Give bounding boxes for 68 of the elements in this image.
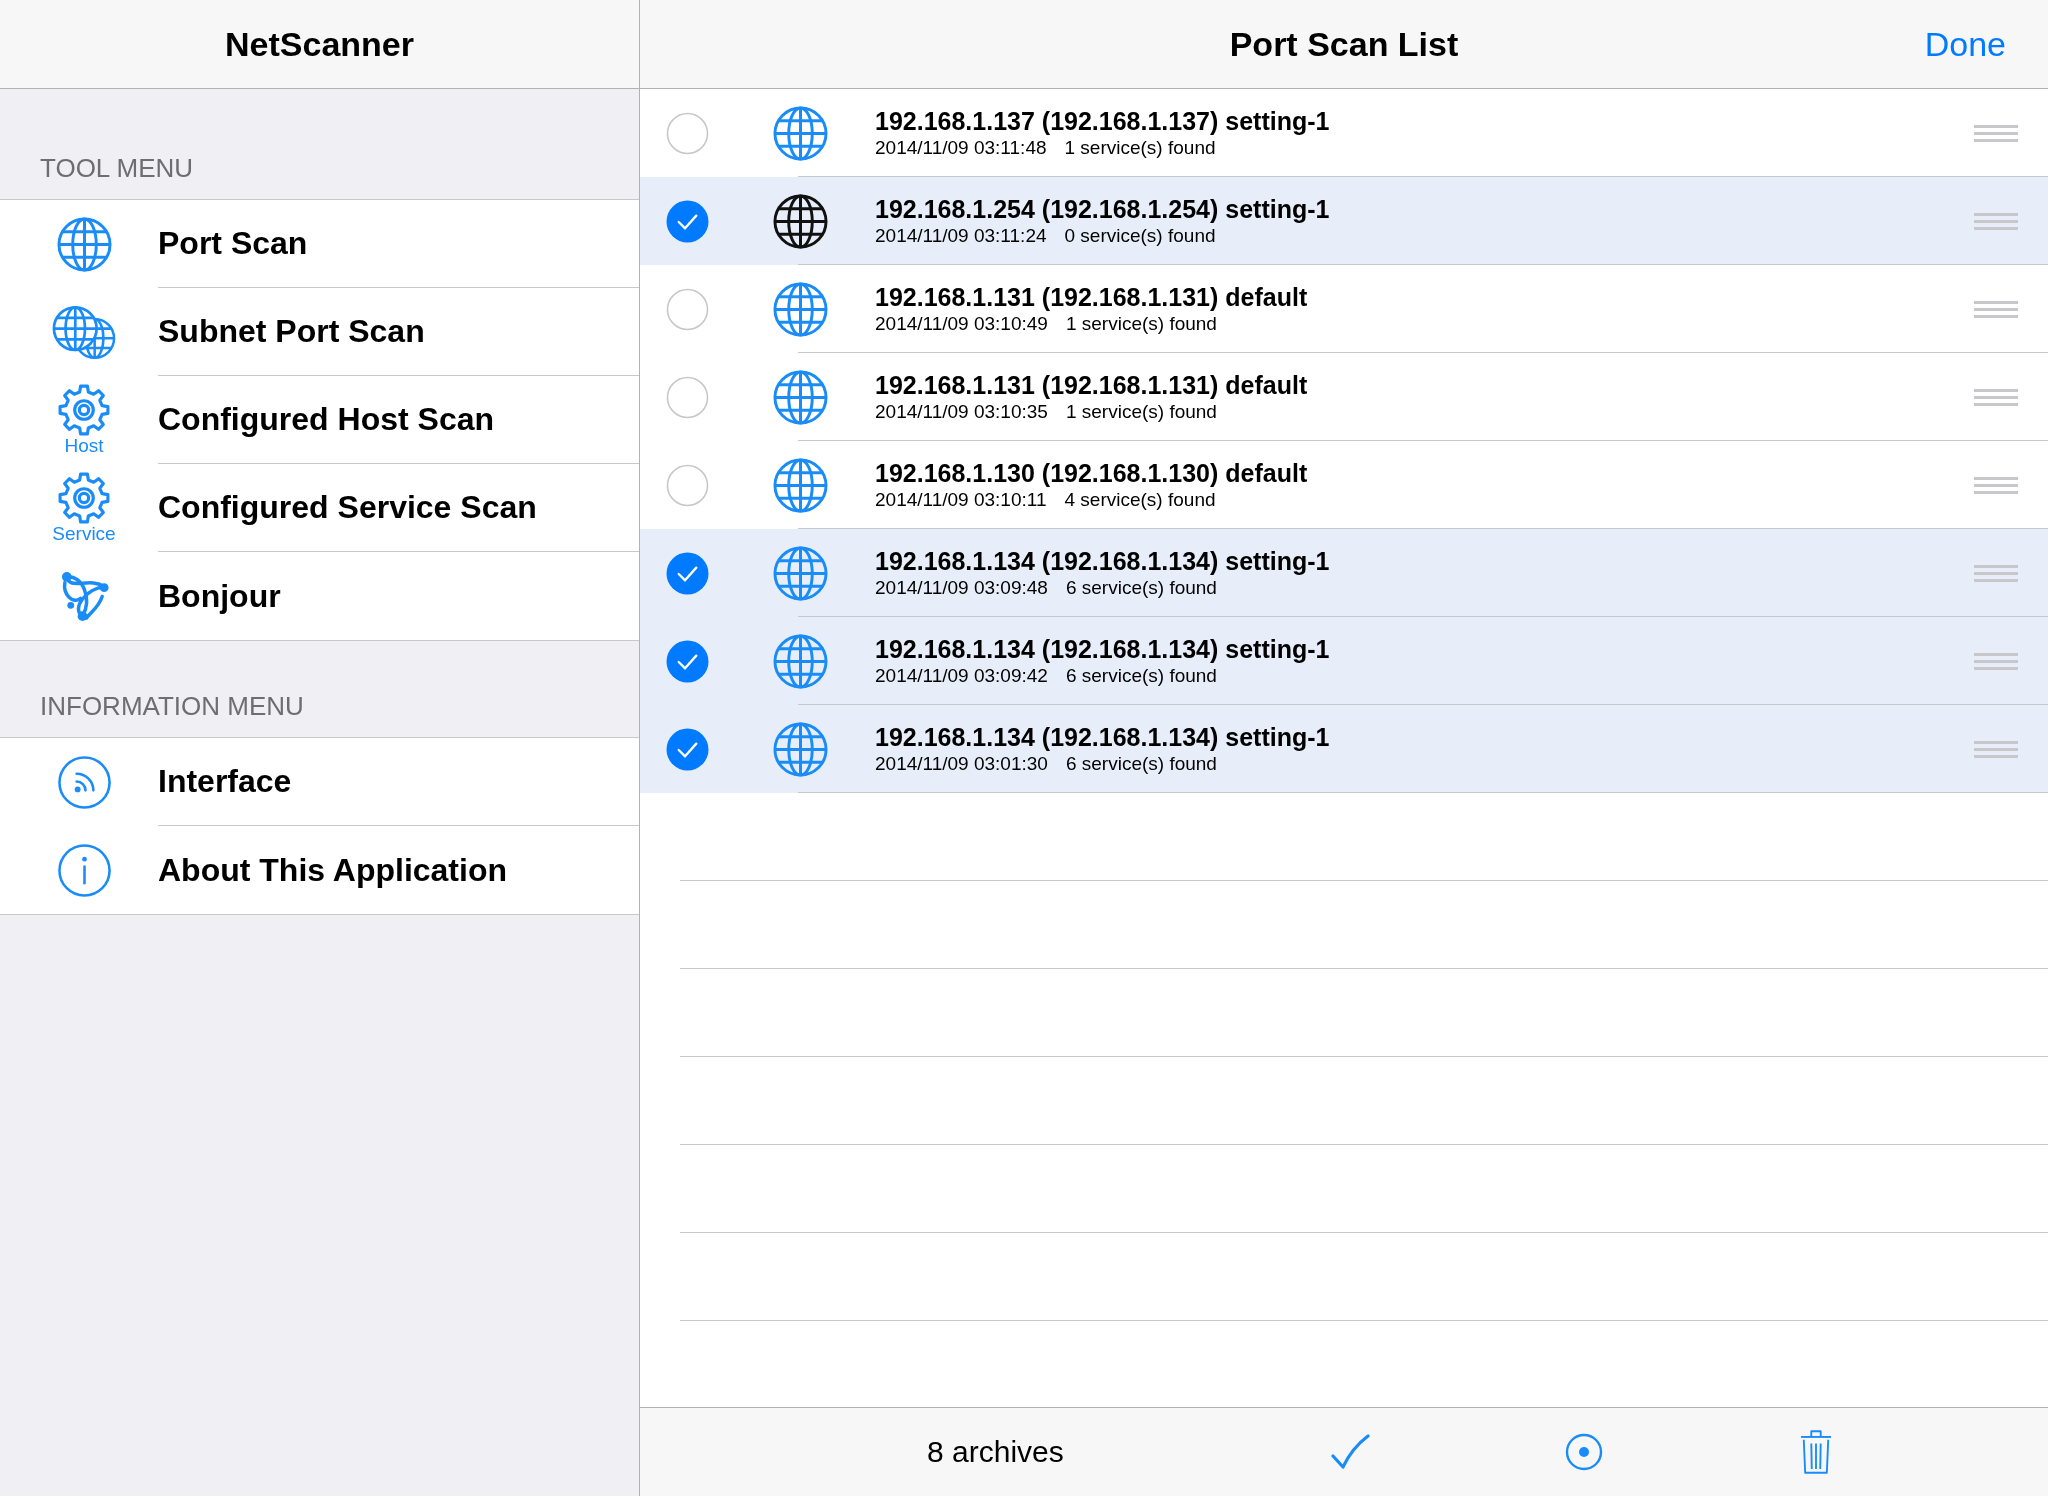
scan-time: 2014/11/09 03:09:42 (875, 664, 1048, 688)
gear-icon (58, 384, 110, 436)
scan-time: 2014/11/09 03:10:49 (875, 312, 1048, 336)
scan-title: 192.168.1.131 (192.168.1.131) default (875, 370, 1308, 400)
scan-title: 192.168.1.134 (192.168.1.134) setting-1 (875, 634, 1330, 664)
scan-result: 1 service(s) found (1064, 136, 1216, 160)
globe-icon (56, 216, 112, 272)
drag-handle-icon[interactable] (1974, 740, 2018, 758)
menu-item[interactable]: Host Configured Host Scan (0, 376, 639, 464)
menu-item[interactable]: Interface (0, 738, 639, 826)
drag-handle-icon[interactable] (1974, 300, 2018, 318)
panel-title: Port Scan List (1229, 24, 1459, 64)
drag-handle-icon[interactable] (1974, 652, 2018, 670)
drag-handle-icon[interactable] (1974, 212, 2018, 230)
scan-result: 0 service(s) found (1064, 224, 1216, 248)
checkbox[interactable] (666, 199, 709, 243)
section-header: TOOL MENU (40, 153, 194, 184)
scan-title: 192.168.1.137 (192.168.1.137) setting-1 (875, 106, 1330, 136)
menu-item[interactable]: Subnet Port Scan (0, 288, 639, 376)
scan-result: 1 service(s) found (1065, 400, 1217, 424)
scan-time: 2014/11/09 03:10:35 (875, 400, 1048, 424)
checkmark-icon[interactable] (1329, 1434, 1370, 1470)
drag-handle-icon[interactable] (1974, 564, 2018, 582)
scan-title: 192.168.1.131 (192.168.1.131) default (875, 282, 1308, 312)
scan-title: 192.168.1.134 (192.168.1.134) setting-1 (875, 722, 1330, 752)
checkbox[interactable] (666, 111, 709, 155)
menu-item[interactable]: Bonjour (0, 552, 639, 640)
menu-item[interactable]: Port Scan (0, 200, 639, 288)
checkbox[interactable] (666, 287, 709, 331)
scan-result: 4 service(s) found (1064, 488, 1216, 512)
section-header: INFORMATION MENU (40, 691, 304, 722)
menu-item[interactable]: About This Application (0, 826, 639, 914)
archive-count: 8 archives (927, 1435, 1064, 1469)
list-row[interactable]: 192.168.1.134 (192.168.1.134) setting-1 2014/11/09 03:09:48 6 service(s) found (640, 529, 2048, 617)
scan-time: 2014/11/09 03:09:48 (875, 576, 1048, 600)
gear-icon (58, 472, 110, 524)
checkbox[interactable] (666, 463, 709, 507)
drag-handle-icon[interactable] (1974, 124, 2018, 142)
checkbox[interactable] (666, 639, 709, 683)
app-title: NetScanner (225, 24, 414, 64)
scan-time: 2014/11/09 03:01:30 (875, 752, 1048, 776)
scan-title: 192.168.1.254 (192.168.1.254) setting-1 (875, 194, 1330, 224)
drag-handle-icon[interactable] (1974, 388, 2018, 406)
scan-result: 6 service(s) found (1065, 752, 1217, 776)
signal-icon (56, 754, 112, 810)
icon-caption: Host (64, 436, 104, 456)
done-button[interactable]: Done (1924, 24, 2006, 64)
scan-result: 6 service(s) found (1065, 664, 1217, 688)
scan-title: 192.168.1.134 (192.168.1.134) setting-1 (875, 546, 1330, 576)
two-globes-icon (52, 304, 116, 360)
list-row[interactable]: 192.168.1.134 (192.168.1.134) setting-1 2014/11/09 03:01:30 6 service(s) found (640, 705, 2048, 793)
scan-result: 1 service(s) found (1065, 312, 1217, 336)
scan-time: 2014/11/09 03:11:48 (875, 136, 1047, 160)
list-row[interactable]: 192.168.1.254 (192.168.1.254) setting-1 2014/11/09 03:11:24 0 service(s) found (640, 177, 2048, 265)
drag-handle-icon[interactable] (1974, 476, 2018, 494)
scan-time: 2014/11/09 03:10:11 (875, 488, 1047, 512)
radio-icon[interactable] (1564, 1433, 1603, 1471)
checkbox[interactable] (666, 727, 709, 771)
icon-caption: Service (52, 524, 116, 544)
scan-title: 192.168.1.130 (192.168.1.130) default (875, 458, 1308, 488)
checkbox[interactable] (666, 551, 709, 595)
list-row[interactable]: 192.168.1.134 (192.168.1.134) setting-1 2014/11/09 03:09:42 6 service(s) found (640, 617, 2048, 705)
scan-result: 6 service(s) found (1065, 576, 1217, 600)
checkbox[interactable] (666, 375, 709, 419)
trash-icon[interactable] (1799, 1429, 1832, 1475)
info-icon (56, 842, 112, 898)
menu-item[interactable]: Service Configured Service Scan (0, 464, 639, 552)
scan-time: 2014/11/09 03:11:24 (875, 224, 1047, 248)
